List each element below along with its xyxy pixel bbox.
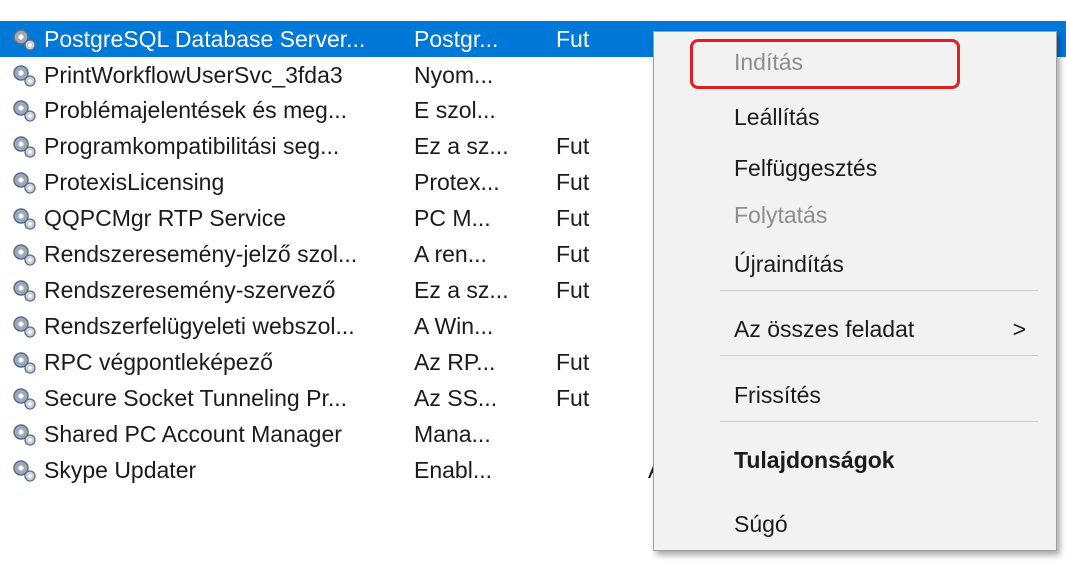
service-description: Ez a sz... — [414, 133, 509, 159]
service-name: RPC végpontleképező — [44, 349, 273, 375]
service-description: Az SS... — [414, 385, 498, 411]
menu-item[interactable]: Tulajdonságok — [654, 438, 1056, 482]
gear-icon — [6, 200, 42, 236]
service-name: Secure Socket Tunneling Pr... — [44, 385, 348, 411]
menu-item-label: Az összes feladat — [734, 316, 915, 342]
service-name: Shared PC Account Manager — [44, 421, 342, 447]
service-description: PC M... — [414, 205, 491, 231]
service-description: A ren... — [414, 241, 487, 267]
service-description: A Win... — [414, 313, 494, 339]
service-name: Programkompatibilitási seg... — [44, 133, 340, 159]
menu-item-label: Felfüggesztés — [734, 155, 878, 181]
gear-icon — [6, 164, 42, 200]
service-description: Postgr... — [414, 26, 499, 52]
service-status: Fut — [556, 205, 590, 231]
service-status: Fut — [556, 385, 590, 411]
chevron-right-icon: > — [1012, 316, 1026, 342]
menu-item[interactable]: Felfüggesztés — [654, 146, 1056, 190]
context-menu: Indítás Leállítás Felfüggesztés Folytatás Új… — [653, 31, 1057, 551]
service-status — [556, 416, 616, 452]
service-name: Rendszerfelügyeleti webszol... — [44, 313, 355, 339]
menu-item[interactable]: Frissítés — [654, 373, 1056, 417]
menu-item[interactable]: Újraindítás — [654, 242, 1056, 286]
menu-item[interactable]: Az összes feladat > — [654, 307, 1056, 351]
service-status: Fut — [556, 349, 590, 375]
gear-icon — [6, 452, 42, 488]
service-name: PostgreSQL Database Server... — [44, 26, 366, 52]
service-name: Skype Updater — [44, 457, 197, 483]
service-name: ProtexisLicensing — [44, 169, 225, 195]
service-description: Protex... — [414, 169, 500, 195]
gear-icon — [6, 92, 42, 128]
service-status — [556, 92, 616, 128]
service-description: E szol... — [414, 97, 496, 123]
menu-separator — [720, 290, 1038, 291]
service-description: Enabl... — [414, 457, 492, 483]
gear-icon — [6, 236, 42, 272]
service-description: Mana... — [414, 421, 491, 447]
service-name: Rendszeresemény-szervező — [44, 277, 336, 303]
service-name: Problémajelentések és meg... — [44, 97, 347, 123]
service-status: Fut — [556, 169, 590, 195]
gear-icon — [6, 272, 42, 308]
service-name: Rendszeresemény-jelző szol... — [44, 241, 358, 267]
menu-item[interactable]: Súgó — [654, 502, 1056, 546]
menu-separator — [720, 355, 1038, 356]
service-status: Fut — [556, 241, 590, 267]
service-status: Fut — [556, 26, 590, 52]
service-status — [556, 57, 616, 93]
service-name: PrintWorkflowUserSvc_3fda3 — [44, 62, 343, 88]
gear-icon — [6, 344, 42, 380]
service-name: QQPCMgr RTP Service — [44, 205, 286, 231]
service-description: Ez a sz... — [414, 277, 509, 303]
menu-separator — [720, 421, 1038, 422]
service-status: Fut — [556, 133, 590, 159]
menu-item-label: Súgó — [734, 511, 788, 537]
service-description: Az RP... — [414, 349, 496, 375]
highlight-box — [690, 39, 960, 89]
menu-item[interactable]: Leállítás — [654, 95, 1056, 139]
menu-item-label: Frissítés — [734, 382, 821, 408]
service-status — [556, 452, 616, 488]
menu-item-label: Leállítás — [734, 104, 820, 130]
service-status — [556, 308, 616, 344]
menu-item-label: Folytatás — [734, 202, 828, 228]
menu-item[interactable]: Folytatás — [654, 193, 1056, 237]
gear-icon — [6, 416, 42, 452]
menu-item-label: Újraindítás — [734, 251, 844, 277]
gear-icon — [6, 128, 42, 164]
gear-icon — [6, 21, 42, 57]
service-description: Nyom... — [414, 62, 494, 88]
gear-icon — [6, 380, 42, 416]
menu-item-label: Tulajdonságok — [734, 447, 895, 473]
service-status: Fut — [556, 277, 590, 303]
gear-icon — [6, 57, 42, 93]
gear-icon — [6, 308, 42, 344]
